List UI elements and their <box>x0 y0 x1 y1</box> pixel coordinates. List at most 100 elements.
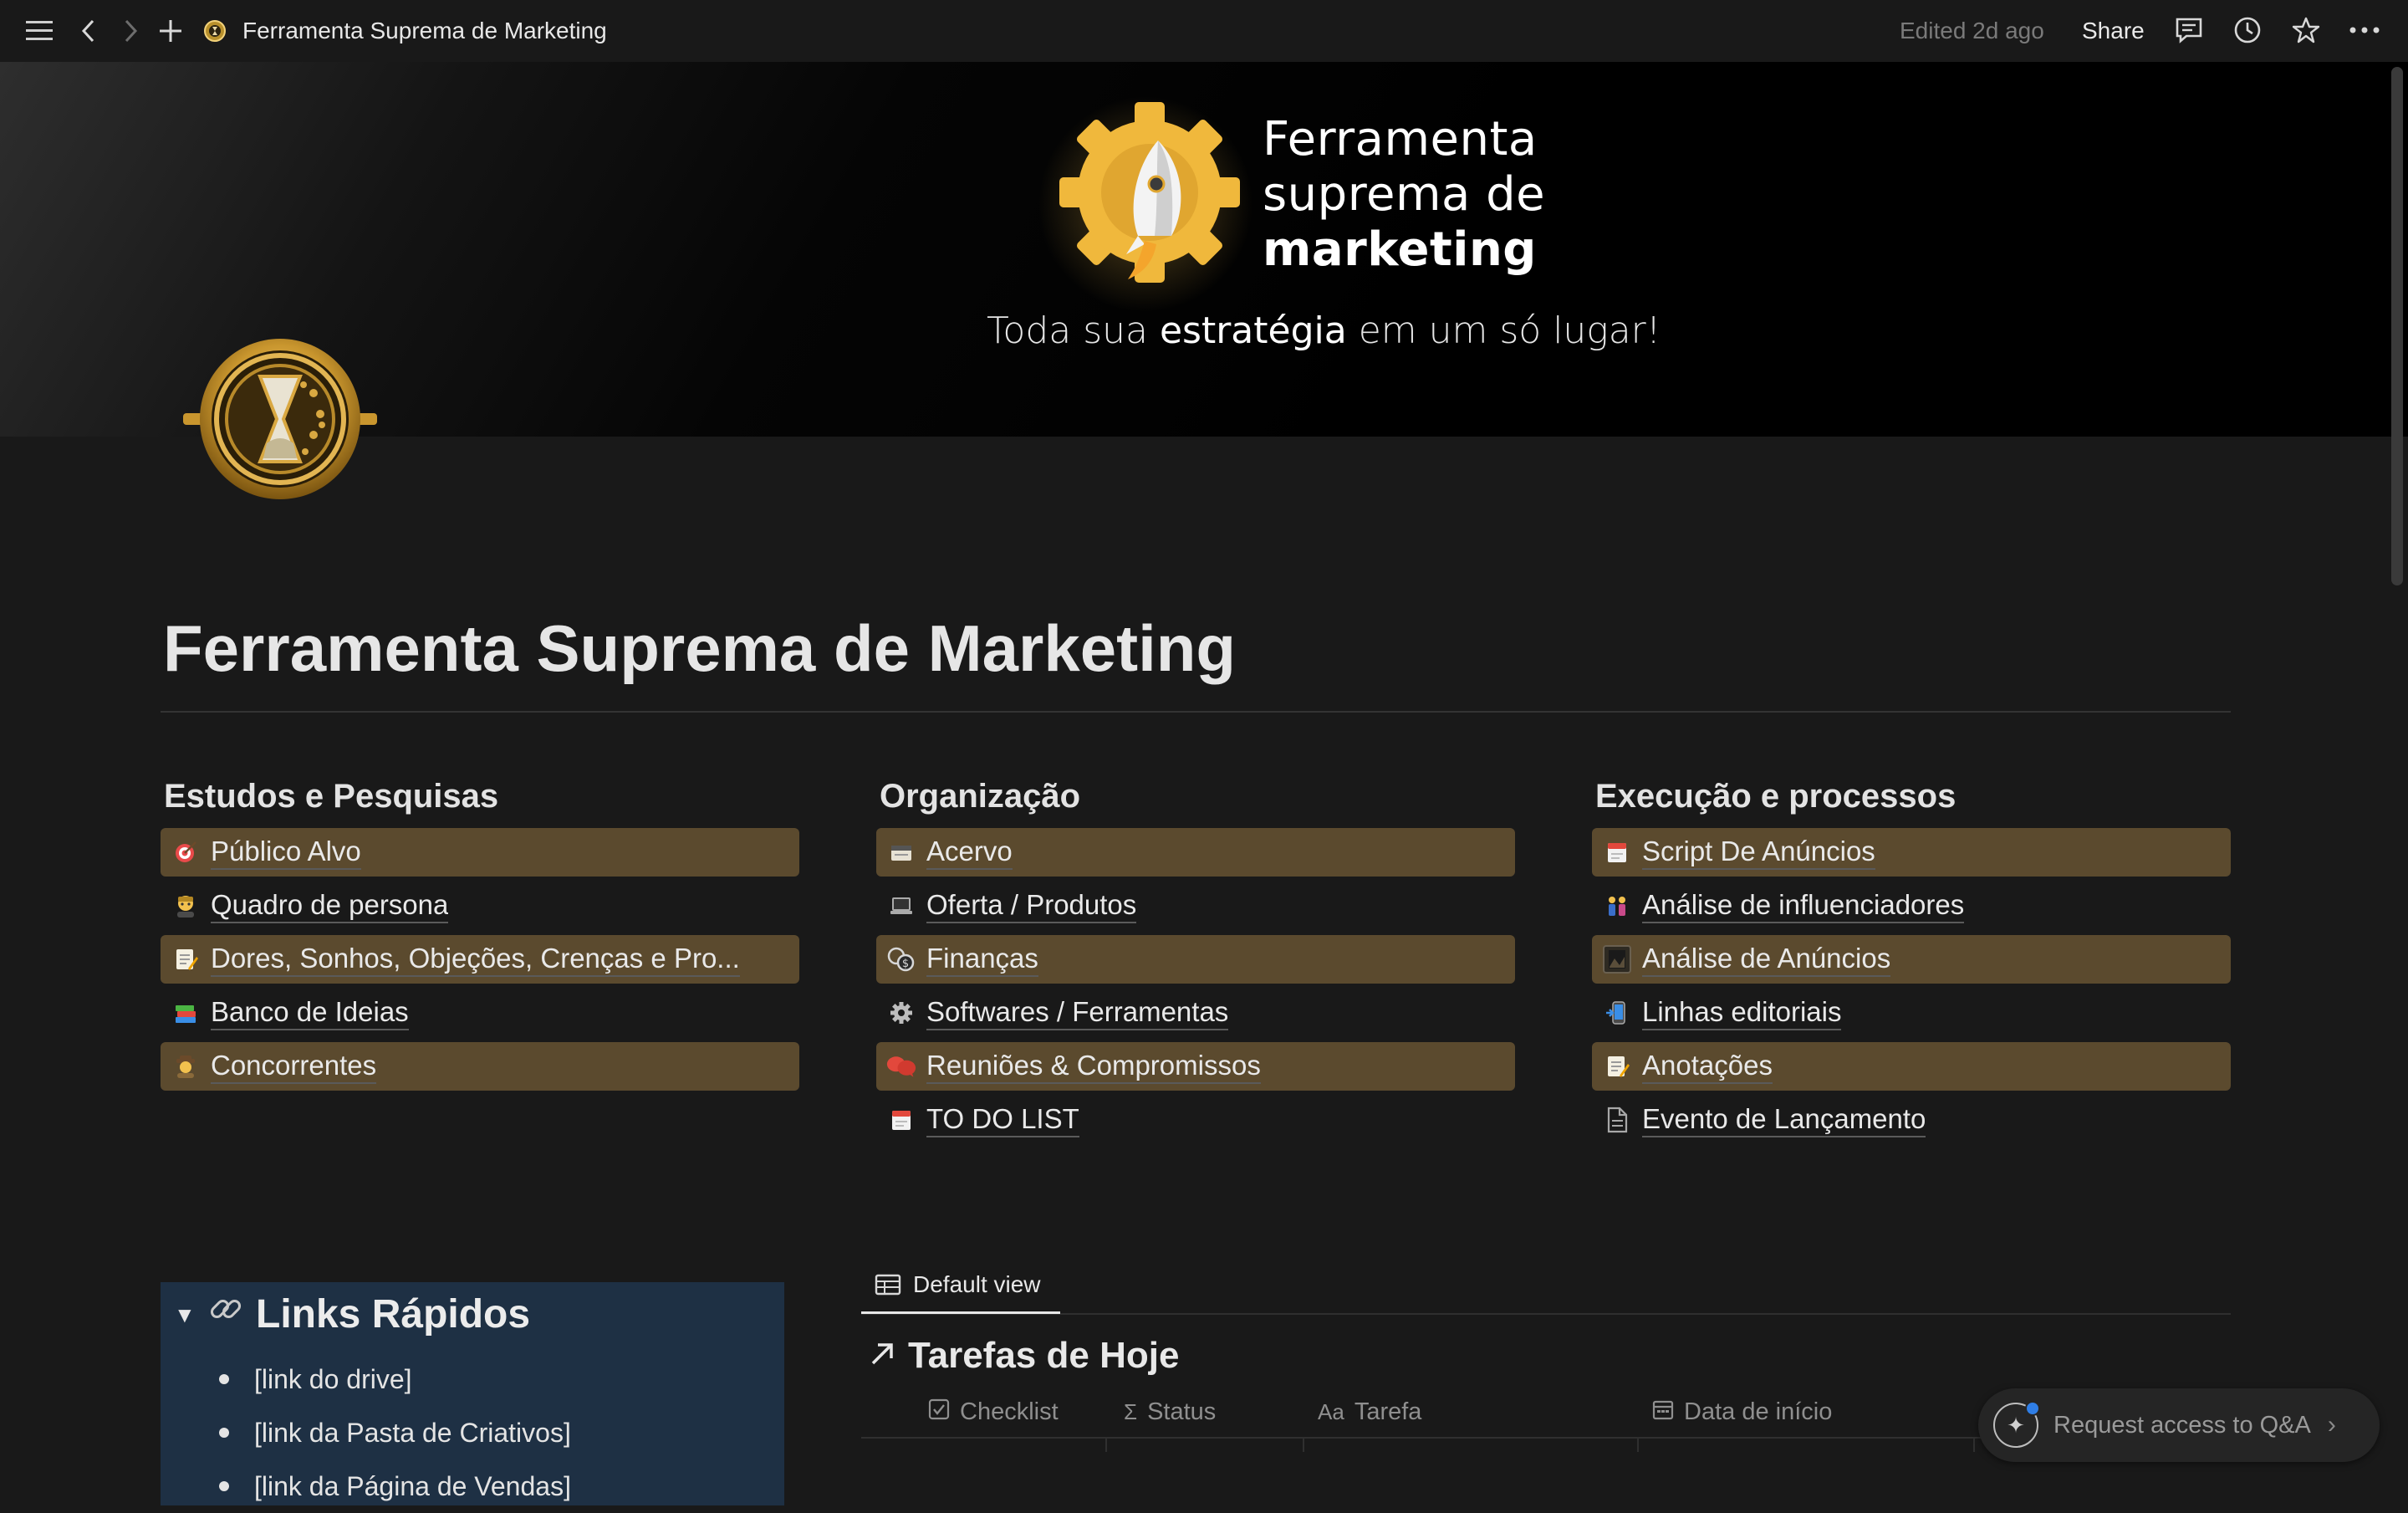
table-icon <box>875 1274 901 1296</box>
column-header-status[interactable]: Σ Status <box>1124 1392 1216 1432</box>
share-button[interactable]: Share <box>2082 15 2145 47</box>
database-title-text: Tarefas de Hoje <box>908 1335 1180 1376</box>
column-header-checklist[interactable]: Checklist <box>928 1392 1059 1432</box>
tagline-bold: estratégia <box>1159 309 1347 352</box>
list-item[interactable]: [link da Pasta de Criativos] <box>219 1406 571 1459</box>
column-header-data-inicio[interactable]: Data de início <box>1652 1392 1832 1432</box>
page-link-script-de-anuncios[interactable]: Script De Anúncios <box>1592 828 2231 877</box>
page-link-label: Finanças <box>926 943 1038 977</box>
brand-line-3: marketing <box>1263 222 1537 277</box>
page-link-banco-de-ideias[interactable]: Banco de Ideias <box>161 989 799 1037</box>
people-icon <box>1602 891 1632 921</box>
page-link-label: Script De Anúncios <box>1642 836 1875 870</box>
page-link-analise-anuncios[interactable]: Análise de Anúncios <box>1592 935 2231 984</box>
notification-dot <box>2025 1401 2040 1416</box>
column-separator[interactable] <box>1303 1437 1304 1452</box>
books-icon <box>171 998 201 1028</box>
title-divider <box>161 711 2231 713</box>
page-link-label: Anotações <box>1642 1050 1773 1084</box>
column-header-label: Tarefa <box>1354 1398 1422 1425</box>
more-options-icon[interactable] <box>2346 13 2383 47</box>
person-icon <box>171 891 201 921</box>
comments-icon[interactable] <box>2172 13 2206 47</box>
page-link-label: Quadro de persona <box>211 889 449 923</box>
page-link-label: Público Alvo <box>211 836 361 870</box>
toggle-heading[interactable]: Links Rápidos <box>207 1291 530 1337</box>
page-link-quadro-de-persona[interactable]: Quadro de persona <box>161 882 799 930</box>
link-text[interactable]: [link da Pasta de Criativos] <box>254 1418 571 1449</box>
page-icon-time-turner[interactable] <box>180 335 380 502</box>
column-separator[interactable] <box>1637 1437 1639 1452</box>
text-type-icon: Aa <box>1318 1398 1344 1424</box>
tab-label: Default view <box>913 1271 1041 1297</box>
speech-bubbles-icon <box>886 1051 916 1081</box>
cover-tagline: Toda sua estratégia em um só lugar! <box>987 309 1661 352</box>
request-qa-button[interactable]: ✦ Request access to Q&A › <box>1978 1388 2380 1462</box>
column-header-label: Data de início <box>1684 1398 1833 1425</box>
page-link-reunioes[interactable]: Reuniões & Compromissos <box>876 1042 1515 1091</box>
menu-icon[interactable] <box>22 15 57 47</box>
column-header-label: Checklist <box>960 1398 1059 1425</box>
tagline-pre: Toda sua <box>987 309 1160 352</box>
page-link-evento-lancamento[interactable]: Evento de Lançamento <box>1592 1096 2231 1144</box>
links-rapidos-toggle: ▼ Links Rápidos [link do drive] [link da… <box>161 1282 784 1505</box>
tab-divider <box>861 1313 2231 1315</box>
page-link-label: Análise de influenciadores <box>1642 889 1965 923</box>
bullet <box>219 1374 229 1384</box>
page-link-anotacoes[interactable]: Anotações <box>1592 1042 2231 1091</box>
page-link-concorrentes[interactable]: Concorrentes <box>161 1042 799 1091</box>
add-page-icon[interactable] <box>154 15 187 47</box>
history-icon[interactable] <box>2231 13 2264 47</box>
page-link-analise-influenciadores[interactable]: Análise de influenciadores <box>1592 882 2231 930</box>
list-item[interactable]: [link do drive] <box>219 1352 571 1406</box>
linked-arrow-icon <box>870 1337 896 1375</box>
breadcrumb-page-icon <box>201 17 229 45</box>
memo-icon <box>1602 1051 1632 1081</box>
link-icon <box>207 1291 244 1337</box>
tab-default-view[interactable]: Default view <box>861 1256 1041 1313</box>
column-header-tarefa[interactable]: Aa Tarefa <box>1318 1392 1421 1432</box>
column-execucao: Execução e processos Script De Anúncios … <box>1592 778 2231 1149</box>
sparkle-icon: ✦ <box>1993 1401 2040 1448</box>
page-link-linhas-editoriais[interactable]: Linhas editoriais <box>1592 989 2231 1037</box>
rocket-gear-logo-icon <box>1054 100 1246 293</box>
detective-icon <box>171 1051 201 1081</box>
breadcrumb[interactable]: Ferramenta Suprema de Marketing <box>242 15 607 47</box>
link-text[interactable]: [link do drive] <box>254 1364 412 1395</box>
page-link-label: Análise de Anúncios <box>1642 943 1891 977</box>
active-tab-indicator <box>861 1311 1060 1314</box>
tagline-post: em um só lugar! <box>1346 309 1661 352</box>
page-link-label: Concorrentes <box>211 1050 377 1084</box>
back-icon[interactable] <box>74 15 104 47</box>
list-item[interactable]: [link da Página de Vendas] <box>219 1459 571 1513</box>
page-link-softwares[interactable]: Softwares / Ferramentas <box>876 989 1515 1037</box>
toggle-triangle-icon[interactable]: ▼ <box>174 1302 196 1328</box>
qa-label: Request access to Q&A <box>2053 1411 2311 1439</box>
page-link-acervo[interactable]: Acervo <box>876 828 1515 877</box>
gear-icon <box>886 998 916 1028</box>
sigma-icon: Σ <box>1124 1398 1138 1424</box>
link-text[interactable]: [link da Página de Vendas] <box>254 1471 571 1502</box>
page-link-label: Evento de Lançamento <box>1642 1103 1926 1137</box>
column-separator[interactable] <box>1973 1437 1975 1452</box>
page-link-publico-alvo[interactable]: Público Alvo <box>161 828 799 877</box>
column-header-label: Status <box>1147 1398 1217 1425</box>
calendar-icon <box>886 1105 916 1135</box>
page-scrollbar[interactable] <box>2391 67 2403 585</box>
page-link-oferta-produtos[interactable]: Oferta / Produtos <box>876 882 1515 930</box>
page-link-dores-sonhos[interactable]: Dores, Sonhos, Objeções, Crenças e Pro..… <box>161 935 799 984</box>
page-title[interactable]: Ferramenta Suprema de Marketing <box>163 611 1236 687</box>
column-separator[interactable] <box>1105 1437 1107 1452</box>
page-link-label: Oferta / Produtos <box>926 889 1137 923</box>
laptop-icon <box>886 891 916 921</box>
forward-icon[interactable] <box>115 15 145 47</box>
bullet <box>219 1481 229 1491</box>
edited-timestamp: Edited 2d ago <box>1900 18 2044 43</box>
brand-line-2: suprema de <box>1263 167 1546 222</box>
dart-target-icon <box>171 837 201 867</box>
page-link-financas[interactable]: $ Finanças <box>876 935 1515 984</box>
favorite-star-icon[interactable] <box>2289 13 2323 47</box>
database-title[interactable]: Tarefas de Hoje <box>870 1335 1179 1377</box>
page-link-todo-list[interactable]: TO DO LIST <box>876 1096 1515 1144</box>
toggle-title-text: Links Rápidos <box>256 1291 531 1337</box>
